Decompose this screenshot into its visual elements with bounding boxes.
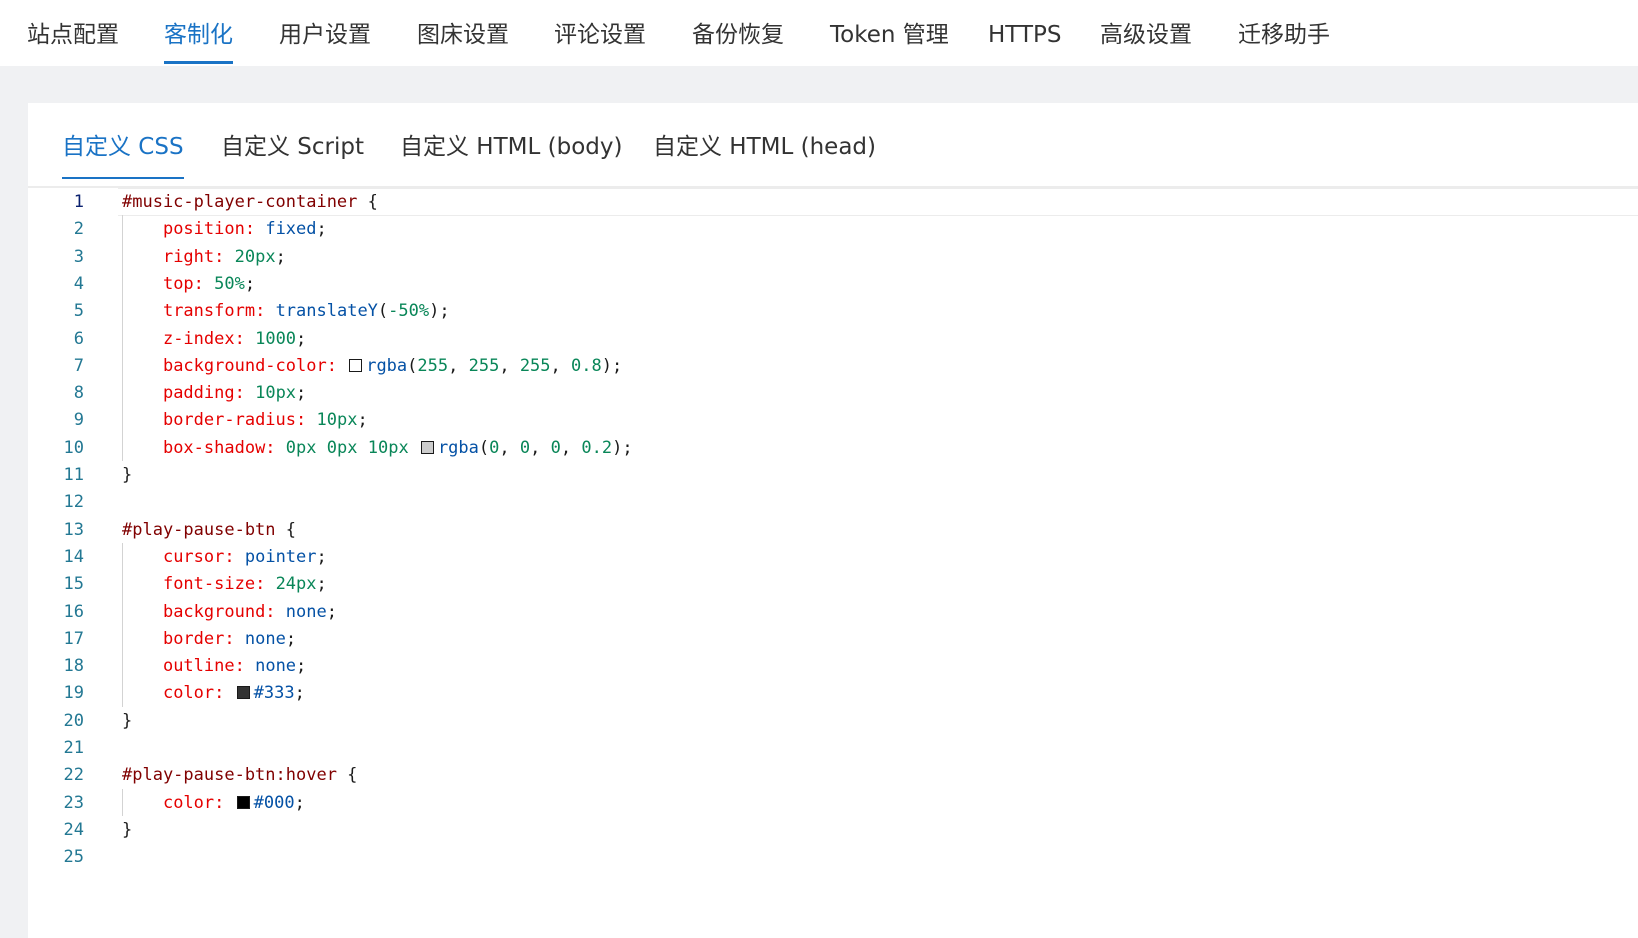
line-number: 16 (63, 601, 84, 622)
line-number: 10 (63, 437, 84, 458)
indent-guide (122, 788, 123, 816)
top-tab-3[interactable]: 用户设置 (279, 0, 371, 66)
code-text[interactable]: color: #333; (122, 679, 305, 707)
top-tab-9[interactable]: 高级设置 (1100, 0, 1192, 66)
sub-tab-1[interactable]: 自定义 CSS (62, 127, 184, 179)
top-nav: 站点配置 客制化 用户设置 图床设置 评论设置 备份恢复 Token 管理 HTTPS 高级设置… (0, 0, 1638, 66)
line-number: 2 (73, 219, 84, 240)
top-tab-4[interactable]: 图床设置 (417, 0, 509, 66)
settings-card: 自定义 CSS 自定义 Script 自定义 HTML (body) 自定义 HTML… (28, 103, 1638, 938)
code-text[interactable]: #play-pause-btn { (122, 516, 296, 544)
top-tab-6[interactable]: 备份恢复 (692, 0, 784, 66)
code-text[interactable]: position: fixed; (122, 215, 327, 243)
code-text[interactable]: outline: none; (122, 652, 306, 680)
code-text[interactable]: } (122, 461, 132, 489)
color-swatch[interactable] (349, 358, 363, 372)
top-tab-2[interactable]: 客制化 (164, 0, 233, 66)
line-number: 14 (63, 546, 84, 567)
line-number: 25 (63, 847, 84, 868)
code-text[interactable]: border: none; (122, 625, 296, 653)
code-text[interactable]: #music-player-container { (122, 188, 378, 216)
line-number: 6 (73, 328, 84, 349)
line-number: 11 (63, 465, 84, 485)
code-text[interactable]: padding: 10px; (122, 379, 306, 407)
line-number: 23 (63, 792, 84, 813)
line-number: 21 (63, 738, 84, 758)
indent-guide (122, 215, 123, 461)
code-text[interactable]: cursor: pointer; (122, 543, 327, 571)
color-swatch[interactable] (236, 686, 250, 700)
code-text[interactable]: right: 20px; (122, 243, 286, 271)
code-text[interactable]: top: 50%; (122, 270, 255, 298)
line-number: 19 (63, 683, 84, 704)
code-text[interactable]: } (122, 816, 132, 844)
line-number: 20 (63, 710, 84, 731)
line-number: 3 (73, 246, 84, 267)
line-number: 18 (63, 656, 84, 677)
line-number: 13 (63, 519, 84, 540)
indent-guide (122, 542, 123, 707)
line-number: 17 (63, 628, 84, 649)
sub-tab-2[interactable]: 自定义 Script (221, 127, 364, 179)
line-number: 9 (73, 410, 84, 431)
line-number: 8 (73, 383, 84, 404)
code-text[interactable]: } (122, 707, 132, 735)
line-number: 12 (63, 492, 84, 513)
top-tab-10[interactable]: 迁移助手 (1238, 0, 1330, 66)
top-tab-7[interactable]: Token 管理 (830, 0, 949, 66)
line-number: 15 (63, 574, 84, 595)
code-text[interactable]: font-size: 24px; (122, 570, 327, 598)
line-number: 22 (63, 765, 84, 786)
code-text[interactable]: transform: translateY(-50%); (122, 297, 450, 325)
line-number: 24 (63, 819, 84, 840)
color-swatch[interactable] (236, 795, 250, 809)
code-editor[interactable]: 1 #music-player-container { 2 position: fi… (28, 188, 1638, 938)
sub-tabs: 自定义 CSS 自定义 Script 自定义 HTML (body) 自定义 HTML… (28, 103, 1638, 188)
code-text[interactable]: z-index: 1000; (122, 325, 306, 353)
code-text[interactable]: border-radius: 10px; (122, 406, 368, 434)
line-number: 4 (73, 273, 84, 294)
code-text[interactable]: box-shadow: 0px 0px 10px rgba(0, 0, 0, 0… (122, 434, 633, 462)
top-tab-8[interactable]: HTTPS (988, 0, 1061, 66)
line-number: 7 (73, 355, 84, 376)
top-tab-5[interactable]: 评论设置 (554, 0, 646, 66)
code-text[interactable]: color: #000; (122, 789, 305, 817)
line-number: 5 (73, 301, 84, 322)
line-number: 1 (73, 192, 84, 212)
code-text[interactable]: background-color: rgba(255, 255, 255, 0.… (122, 352, 622, 380)
color-swatch[interactable] (420, 440, 434, 454)
code-text[interactable]: background: none; (122, 598, 337, 626)
sub-tab-4[interactable]: 自定义 HTML (head) (653, 127, 876, 179)
code-text[interactable]: #play-pause-btn:hover { (122, 761, 357, 789)
sub-tab-3[interactable]: 自定义 HTML (body) (400, 127, 622, 179)
top-tab-1[interactable]: 站点配置 (27, 0, 119, 66)
